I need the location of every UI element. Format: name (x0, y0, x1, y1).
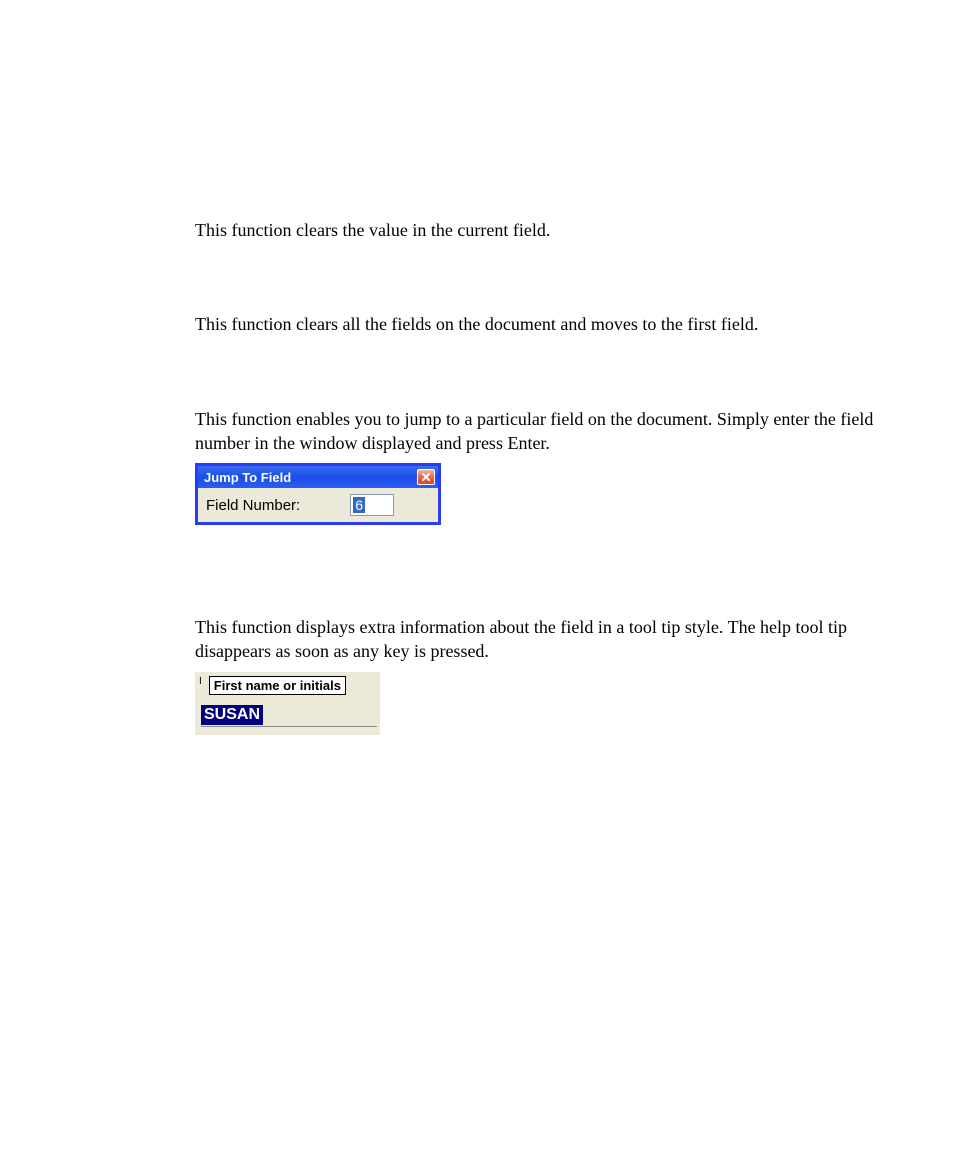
clear-all-fields-description: This function clears all the fields on t… (195, 312, 885, 336)
field-number-input[interactable]: 6 (350, 494, 394, 516)
tooltip-figure: I First name or initials SUSAN (195, 672, 380, 735)
field-help-description: This function displays extra information… (195, 615, 885, 664)
field-value-highlighted[interactable]: SUSAN (201, 705, 263, 725)
field-number-value: 6 (353, 497, 365, 513)
dialog-title: Jump To Field (204, 470, 291, 485)
field-underline (201, 726, 377, 727)
field-number-label: Field Number: (206, 497, 300, 514)
dialog-body: Field Number: 6 (198, 488, 438, 522)
tick-mark: I (199, 676, 202, 687)
dialog-titlebar[interactable]: Jump To Field (198, 466, 438, 488)
close-icon[interactable] (417, 469, 435, 485)
jump-to-field-description: This function enables you to jump to a p… (195, 407, 885, 456)
field-tooltip: First name or initials (209, 676, 346, 695)
jump-to-field-dialog: Jump To Field Field Number: 6 (195, 463, 441, 525)
clear-field-description: This function clears the value in the cu… (195, 218, 885, 242)
